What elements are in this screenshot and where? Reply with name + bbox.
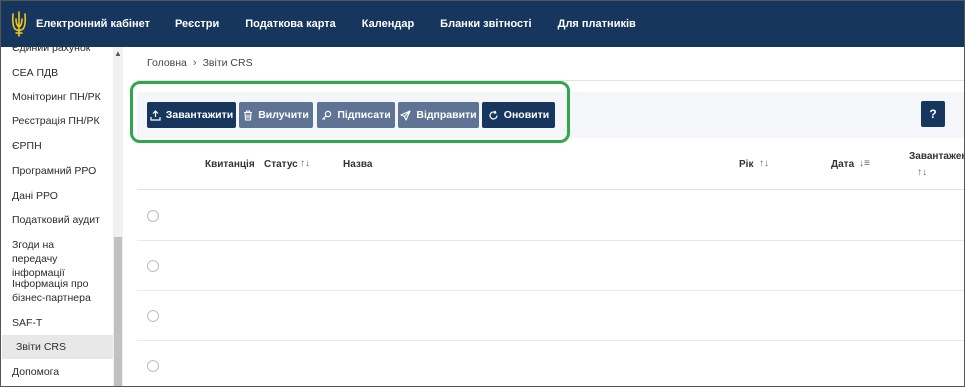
table-row[interactable] bbox=[137, 291, 964, 341]
breadcrumb: Головна › Звіти CRS bbox=[147, 57, 253, 69]
nav-calendar[interactable]: Календар bbox=[349, 1, 427, 47]
table-header: Квитанція Статус ↑↓ Назва Рік ↑↓ Дата ↓≡… bbox=[137, 140, 964, 190]
sidebar-item-business-partner[interactable]: Інформація про бізнес-партнера bbox=[2, 277, 97, 305]
column-receipt: Квитанція bbox=[205, 159, 255, 170]
scroll-thumb[interactable] bbox=[114, 237, 122, 386]
breadcrumb-home[interactable]: Головна bbox=[147, 57, 187, 69]
nav-report-forms[interactable]: Бланки звітності bbox=[427, 1, 544, 47]
row-radio[interactable] bbox=[147, 310, 159, 322]
table-row[interactable] bbox=[137, 241, 964, 291]
sort-date-descending-icon[interactable]: ↓≡ bbox=[859, 158, 870, 169]
sidebar-item-tax-audit[interactable]: Податковий аудит bbox=[2, 213, 113, 227]
brand-title: Електронний кабінет bbox=[36, 18, 150, 30]
sidebar-item-saf-t[interactable]: SAF-T bbox=[2, 316, 113, 330]
top-navbar: Електронний кабінет Реєстри Податкова ка… bbox=[1, 1, 964, 47]
nav-for-payers[interactable]: Для платників bbox=[545, 1, 649, 47]
trident-logo-icon bbox=[11, 11, 27, 37]
sidebar-item-software-rro[interactable]: Програмний РРО bbox=[2, 164, 113, 178]
column-name: Назва bbox=[343, 159, 373, 170]
sidebar-item-help[interactable]: Допомога bbox=[2, 365, 113, 379]
breadcrumb-separator-icon: › bbox=[192, 57, 197, 69]
sidebar-item-crs-reports[interactable]: Звіти CRS bbox=[2, 335, 113, 359]
column-status[interactable]: Статус bbox=[264, 159, 298, 170]
table-row[interactable] bbox=[137, 191, 964, 241]
column-year[interactable]: Рік bbox=[739, 159, 753, 170]
brand[interactable]: Електронний кабінет bbox=[1, 1, 150, 47]
nav-tax-map[interactable]: Податкова карта bbox=[232, 1, 349, 47]
sort-status-icon[interactable]: ↑↓ bbox=[300, 158, 310, 169]
row-radio[interactable] bbox=[147, 260, 159, 272]
sidebar-item-rro-data[interactable]: Дані РРО bbox=[2, 189, 113, 203]
sidebar-item-monitoring[interactable]: Моніторинг ПН/РК bbox=[2, 90, 113, 104]
sidebar-item-single-account[interactable]: Єдиний рахунок bbox=[2, 47, 113, 55]
table-row[interactable] bbox=[137, 341, 964, 386]
toolbar-highlight-frame bbox=[130, 81, 570, 143]
main-nav: Реєстри Податкова карта Календар Бланки … bbox=[162, 1, 649, 47]
sidebar-item-erpn[interactable]: ЄРПН bbox=[2, 139, 113, 153]
nav-registries[interactable]: Реєстри bbox=[162, 1, 232, 47]
sort-year-icon[interactable]: ↑↓ bbox=[759, 158, 769, 169]
sidebar: Єдиний рахунок СЕА ПДВ Моніторинг ПН/РК … bbox=[2, 47, 113, 386]
sidebar-item-registration[interactable]: Реєстрація ПН/РК bbox=[2, 114, 113, 128]
help-button[interactable]: ? bbox=[921, 101, 945, 127]
sidebar-scrollbar[interactable]: ▲ bbox=[113, 47, 123, 386]
row-radio[interactable] bbox=[147, 360, 159, 372]
sidebar-item-consents[interactable]: Згоди на передачу інформації bbox=[2, 238, 102, 280]
app-window: Електронний кабінет Реєстри Податкова ка… bbox=[0, 0, 965, 387]
sort-uploaded-icon[interactable]: ↑↓ bbox=[917, 167, 927, 178]
sidebar-item-sea-pdv[interactable]: СЕА ПДВ bbox=[2, 66, 113, 80]
column-date[interactable]: Дата bbox=[831, 159, 854, 170]
row-radio[interactable] bbox=[147, 210, 159, 222]
column-uploaded[interactable]: Завантажен bbox=[909, 151, 964, 162]
breadcrumb-current: Звіти CRS bbox=[202, 57, 253, 69]
scroll-up-arrow-icon[interactable]: ▲ bbox=[114, 50, 122, 58]
main-content: Головна › Звіти CRS Завантажити Вилучити… bbox=[123, 47, 964, 386]
